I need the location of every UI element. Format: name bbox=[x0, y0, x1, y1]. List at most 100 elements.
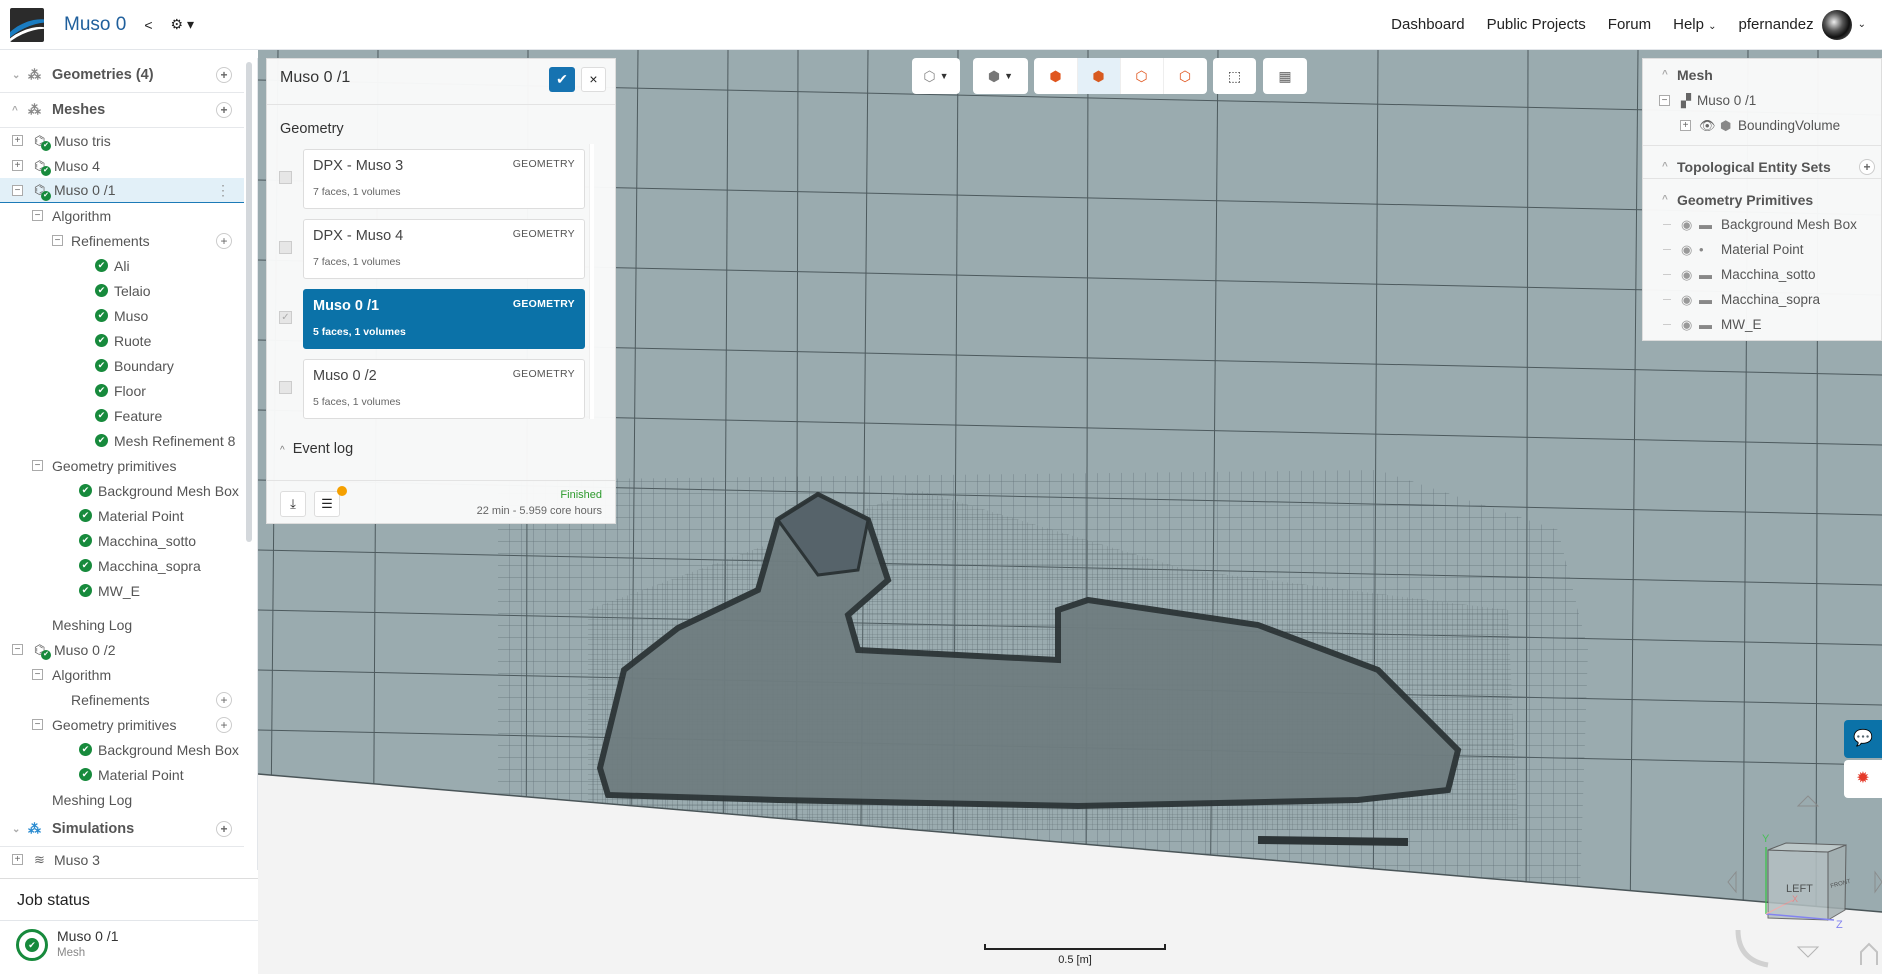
add-button[interactable]: + bbox=[216, 67, 232, 83]
geometry-checkbox[interactable] bbox=[279, 171, 292, 184]
tree-item[interactable]: ✔ Telaio bbox=[0, 278, 244, 303]
add-button[interactable]: + bbox=[216, 102, 232, 118]
mesh-section-header[interactable]: ^ Mesh bbox=[1643, 62, 1882, 87]
primitive-item[interactable]: ◉ ▬ MW_E bbox=[1643, 312, 1882, 337]
geometry-card[interactable]: Muso 0 /1 GEOMETRY 5 faces, 1 volumes bbox=[303, 289, 585, 349]
chevron-down-icon[interactable]: ⌄ bbox=[1858, 19, 1866, 30]
close-button[interactable]: × bbox=[581, 67, 606, 92]
tree-item[interactable]: Meshing Log bbox=[0, 787, 244, 812]
tree-item[interactable]: − Algorithm bbox=[0, 203, 244, 228]
add-entity-set-button[interactable]: + bbox=[1859, 158, 1875, 175]
add-button[interactable]: + bbox=[216, 821, 232, 837]
collapse-toggle[interactable]: − bbox=[12, 185, 23, 196]
job-list-button[interactable]: ☰ bbox=[314, 491, 340, 517]
box-select-button[interactable]: ⬚ bbox=[1213, 58, 1256, 94]
primitive-item[interactable]: ◉ ▬ Macchina_sopra bbox=[1643, 287, 1882, 312]
more-options-icon[interactable]: ⋮ bbox=[216, 182, 230, 199]
tree-item[interactable]: − ⌬ ✔ Muso 0 /2 bbox=[0, 637, 244, 662]
tree-item[interactable]: ✔ Macchina_sotto bbox=[0, 528, 244, 553]
expand-toggle[interactable]: + bbox=[12, 135, 23, 146]
nav-dashboard[interactable]: Dashboard bbox=[1391, 16, 1464, 33]
tree-item[interactable]: − Geometry primitives + bbox=[0, 712, 244, 737]
job-name[interactable]: Muso 0 /1 bbox=[57, 928, 118, 944]
eye-hidden-icon[interactable]: ◉ bbox=[1681, 267, 1692, 283]
tree-item[interactable]: ⌄ ⁂ Simulations + bbox=[0, 812, 244, 847]
tree-item[interactable]: ✔ Material Point bbox=[0, 503, 244, 528]
sidebar-scrollbar[interactable] bbox=[246, 62, 252, 542]
collapse-toggle[interactable]: − bbox=[52, 235, 63, 246]
select-face-button[interactable]: ⬢ bbox=[1077, 58, 1121, 94]
add-button[interactable]: + bbox=[216, 716, 232, 733]
primitive-item[interactable]: ◉ ▬ Macchina_sotto bbox=[1643, 262, 1882, 287]
tree-item[interactable]: ✔ Ali bbox=[0, 253, 244, 278]
geometry-checkbox[interactable]: ✓ bbox=[279, 311, 292, 324]
tree-item[interactable]: ✔ Material Point bbox=[0, 762, 244, 787]
share-icon[interactable]: < bbox=[144, 17, 152, 33]
select-point-button[interactable]: ⬡ bbox=[1164, 58, 1207, 94]
view-mode-dropdown[interactable]: ⬡ ▼ bbox=[912, 58, 960, 94]
settings-gear-icon[interactable]: ⚙ ▾ bbox=[171, 16, 194, 33]
tree-item[interactable]: ✔ Muso bbox=[0, 303, 244, 328]
primitive-item[interactable]: ◉ ▬ Background Mesh Box bbox=[1643, 212, 1882, 237]
tree-item[interactable]: ✔ Floor bbox=[0, 378, 244, 403]
tree-item[interactable]: ✔ Background Mesh Box bbox=[0, 478, 244, 503]
geometry-checkbox[interactable] bbox=[279, 381, 292, 394]
expand-toggle[interactable]: + bbox=[12, 160, 23, 171]
nav-public-projects[interactable]: Public Projects bbox=[1487, 16, 1586, 33]
panel-title[interactable]: Muso 0 /1 bbox=[280, 69, 350, 87]
add-button[interactable]: + bbox=[216, 232, 232, 249]
tree-item[interactable]: ⌄ ⁂ Geometries (4) + bbox=[0, 58, 244, 93]
scene-item-mesh[interactable]: − ▞ Muso 0 /1 bbox=[1643, 88, 1882, 113]
eye-icon[interactable]: 👁 bbox=[1699, 118, 1716, 134]
render-mode-dropdown[interactable]: ⬢ ▼ bbox=[973, 58, 1028, 94]
geometry-primitives-header[interactable]: ^ Geometry Primitives bbox=[1643, 187, 1882, 212]
primitive-item[interactable]: ◉ • Material Point bbox=[1643, 237, 1882, 262]
confirm-button[interactable]: ✔ bbox=[549, 67, 575, 92]
tree-item[interactable]: ✔ Ruote bbox=[0, 328, 244, 353]
app-logo[interactable] bbox=[10, 7, 44, 42]
select-volume-button[interactable]: ⬢ bbox=[1035, 58, 1078, 94]
mesh-view-button[interactable]: ▦ bbox=[1263, 58, 1307, 94]
event-log-toggle[interactable]: ^ Event log bbox=[280, 441, 353, 457]
avatar[interactable] bbox=[1821, 9, 1852, 40]
tree-item[interactable]: Meshing Log bbox=[0, 612, 244, 637]
tree-item[interactable]: ✔ MW_E bbox=[0, 578, 244, 603]
tree-item[interactable]: + ⌬ ✔ Muso 4 bbox=[0, 153, 244, 178]
nav-help[interactable]: Help ⌄ bbox=[1673, 16, 1716, 33]
tree-item[interactable]: + ≋ Muso 3 bbox=[0, 847, 244, 870]
tree-item[interactable]: ✔ Feature bbox=[0, 403, 244, 428]
collapse-toggle[interactable]: − bbox=[32, 460, 43, 471]
chat-button[interactable]: 💬 bbox=[1844, 720, 1882, 758]
eye-hidden-icon[interactable]: ◉ bbox=[1681, 217, 1692, 233]
eye-hidden-icon[interactable]: ◉ bbox=[1681, 317, 1692, 333]
eye-hidden-icon[interactable]: ◉ bbox=[1681, 292, 1692, 308]
tree-item[interactable]: Refinements + bbox=[0, 687, 244, 712]
tree-item[interactable]: ✔ Background Mesh Box bbox=[0, 737, 244, 762]
username[interactable]: pfernandez bbox=[1739, 16, 1814, 33]
download-button[interactable]: ⤓ bbox=[280, 491, 306, 517]
geometry-list-scrollbar[interactable] bbox=[589, 144, 594, 419]
geometry-card[interactable]: DPX - Muso 3 GEOMETRY 7 faces, 1 volumes bbox=[303, 149, 585, 209]
expand-toggle[interactable]: + bbox=[1680, 120, 1691, 131]
collapse-toggle[interactable]: − bbox=[1659, 95, 1670, 106]
geometry-checkbox[interactable] bbox=[279, 241, 292, 254]
tree-item[interactable]: ✔ Macchina_sopra bbox=[0, 553, 244, 578]
tree-item[interactable]: + ⌬ ✔ Muso tris bbox=[0, 128, 244, 153]
expand-toggle[interactable]: + bbox=[12, 854, 23, 865]
tree-item[interactable]: − Geometry primitives bbox=[0, 453, 244, 478]
select-edge-button[interactable]: ⬡ bbox=[1121, 58, 1164, 94]
collapse-toggle[interactable]: − bbox=[32, 210, 43, 221]
tree-item[interactable]: ^ ⁂ Meshes + bbox=[0, 93, 244, 128]
tree-item[interactable]: ✔ Boundary bbox=[0, 353, 244, 378]
topological-entity-sets-header[interactable]: ^ Topological Entity Sets + bbox=[1643, 154, 1882, 179]
tree-item[interactable]: ✔ Mesh Refinement 8 bbox=[0, 428, 244, 453]
scene-item-bounding-volume[interactable]: + 👁 ⬢ BoundingVolume bbox=[1643, 113, 1882, 138]
geometry-card[interactable]: DPX - Muso 4 GEOMETRY 7 faces, 1 volumes bbox=[303, 219, 585, 279]
report-bug-button[interactable]: ✹ bbox=[1844, 760, 1882, 798]
collapse-toggle[interactable]: − bbox=[12, 644, 23, 655]
eye-hidden-icon[interactable]: ◉ bbox=[1681, 242, 1692, 258]
nav-forum[interactable]: Forum bbox=[1608, 16, 1651, 33]
add-button[interactable]: + bbox=[216, 691, 232, 708]
tree-item[interactable]: − Algorithm bbox=[0, 662, 244, 687]
tree-item[interactable]: − Refinements + bbox=[0, 228, 244, 253]
